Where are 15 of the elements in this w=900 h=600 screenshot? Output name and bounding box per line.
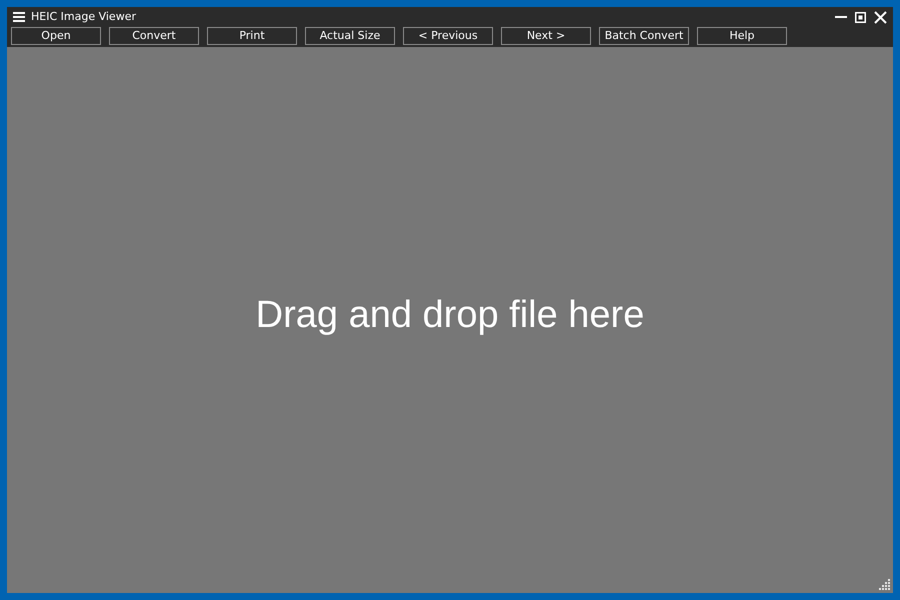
toolbar-button[interactable]: Next > (501, 27, 591, 45)
maximize-icon[interactable] (855, 12, 866, 22)
toolbar-button[interactable]: Help (697, 27, 787, 45)
toolbar-button[interactable]: Batch Convert (599, 27, 689, 45)
drop-area[interactable]: Drag and drop file here (7, 47, 893, 593)
toolbar-button[interactable]: Open (11, 27, 101, 45)
menu-icon[interactable] (13, 12, 25, 22)
resize-grip-icon[interactable] (879, 579, 891, 591)
toolbar-button[interactable]: Print (207, 27, 297, 45)
drop-hint: Drag and drop file here (256, 293, 644, 337)
toolbar-button[interactable]: Actual Size (305, 27, 395, 45)
close-icon[interactable] (874, 10, 887, 24)
window-title: HEIC Image Viewer (31, 10, 136, 24)
toolbar-button[interactable]: < Previous (403, 27, 493, 45)
toolbar-button[interactable]: Convert (109, 27, 199, 45)
